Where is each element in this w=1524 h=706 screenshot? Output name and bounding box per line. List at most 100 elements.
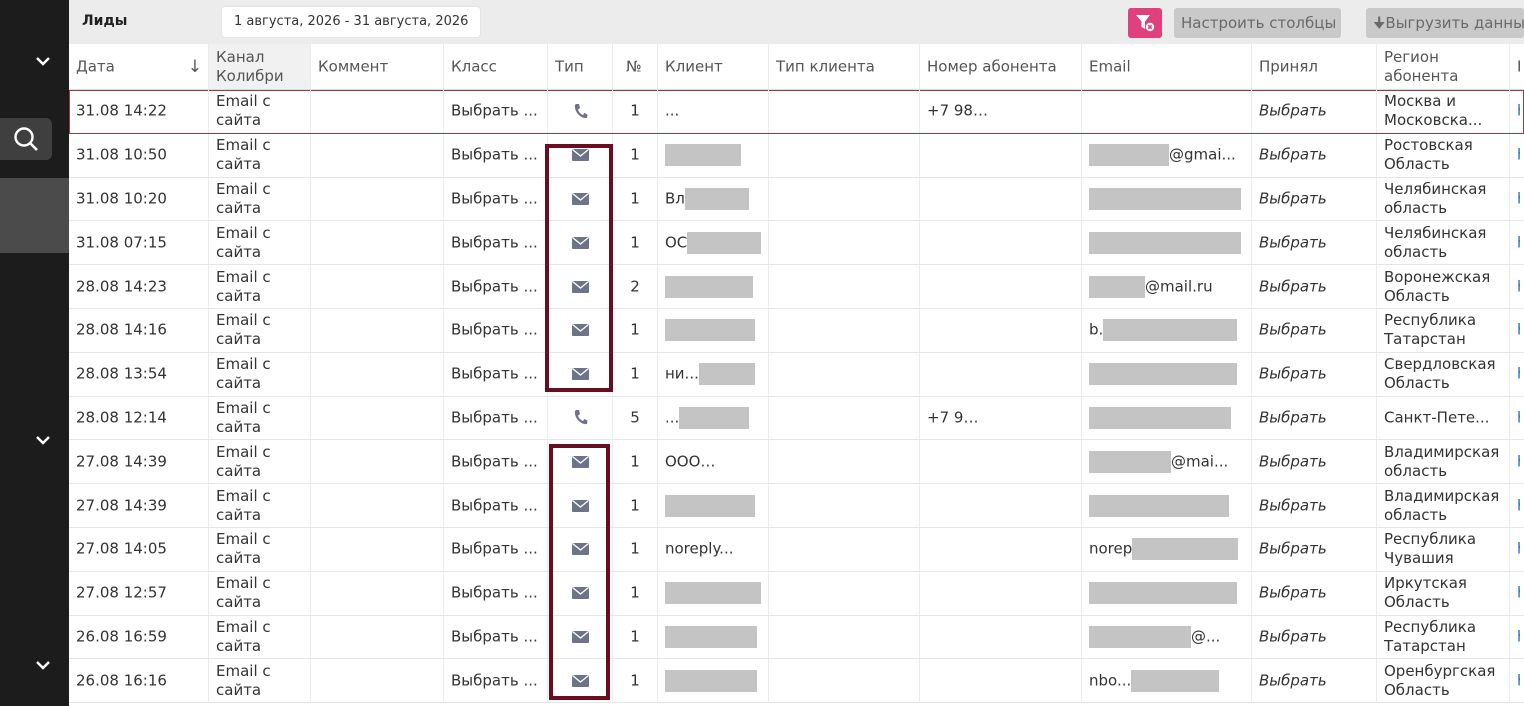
cell-extra[interactable]: h [1509, 352, 1524, 396]
cell-num: 1 [612, 527, 657, 571]
cell-type[interactable] [547, 440, 612, 484]
search-icon[interactable] [0, 118, 52, 160]
table-row[interactable]: 31.08 14:22 Email с сайта Выбрать ... 1... +… [69, 90, 1524, 134]
sidebar-active-item[interactable] [0, 178, 69, 253]
table-row[interactable]: 27.08 14:39 Email с сайта Выбрать ... 1 Выбр… [69, 484, 1524, 528]
cell-extra[interactable]: h [1509, 571, 1524, 615]
cell-extra[interactable]: h [1509, 265, 1524, 308]
cell-type[interactable] [547, 352, 612, 396]
cell-accepted[interactable]: Выбрать [1251, 615, 1376, 659]
cell-type[interactable] [547, 177, 612, 221]
cell-extra[interactable]: h [1509, 177, 1524, 221]
table-row[interactable]: 31.08 10:20 Email с сайта Выбрать ... 1 Вл Вы… [69, 177, 1524, 222]
cell-extra[interactable]: h [1509, 615, 1524, 659]
cell-accepted[interactable]: Выбрать [1251, 527, 1376, 571]
mail-icon [571, 674, 589, 687]
cell-type[interactable] [547, 133, 612, 177]
cell-accepted[interactable]: Выбрать [1251, 484, 1376, 527]
cell-class[interactable]: Выбрать ... [443, 265, 547, 308]
cell-class[interactable]: Выбрать ... [443, 352, 547, 396]
column-header-phone[interactable]: Номер абонента [919, 44, 1081, 89]
cell-accepted[interactable]: Выбрать [1251, 133, 1376, 177]
cell-accepted[interactable]: Выбрать [1251, 308, 1376, 352]
clear-filter-button[interactable] [1128, 8, 1162, 38]
table-row[interactable]: 26.08 16:59 Email с сайта Выбрать ... 1 @...… [69, 615, 1524, 660]
cell-accepted[interactable]: Выбрать [1251, 352, 1376, 396]
cell-extra[interactable]: h [1509, 527, 1524, 571]
cell-accepted[interactable]: Выбрать [1251, 659, 1376, 703]
cell-type[interactable] [547, 571, 612, 615]
cell-class[interactable]: Выбрать ... [443, 615, 547, 659]
cell-type[interactable] [547, 484, 612, 527]
cell-class[interactable]: Выбрать ... [443, 571, 547, 615]
cell-type[interactable] [547, 396, 612, 440]
cell-class[interactable]: Выбрать ... [443, 308, 547, 352]
cell-extra[interactable]: h [1509, 308, 1524, 352]
cell-num: 1 [612, 308, 657, 352]
table-row[interactable]: 27.08 14:05 Email с сайта Выбрать ... 1 nore… [69, 527, 1524, 572]
cell-extra[interactable]: h [1509, 90, 1524, 133]
table-row[interactable]: 26.08 16:16 Email с сайта Выбрать ... 1 nbo.… [69, 659, 1524, 704]
cell-class[interactable]: Выбрать ... [443, 440, 547, 484]
column-header-extra[interactable]: П [1509, 44, 1524, 89]
cell-extra[interactable]: h [1509, 484, 1524, 527]
cell-extra[interactable]: h [1509, 221, 1524, 265]
column-header-type[interactable]: Тип [547, 44, 612, 89]
cell-type[interactable] [547, 221, 612, 265]
table-row[interactable]: 27.08 12:57 Email с сайта Выбрать ... 1 Выбр… [69, 571, 1524, 616]
cell-type[interactable] [547, 659, 612, 703]
table-row[interactable]: 28.08 13:54 Email с сайта Выбрать ... 1 ни..… [69, 352, 1524, 397]
cell-date: 27.08 14:39 [76, 452, 167, 471]
cell-accepted[interactable]: Выбрать [1251, 440, 1376, 484]
cell-accepted[interactable]: Выбрать [1251, 221, 1376, 265]
table-row[interactable]: 28.08 14:16 Email с сайта Выбрать ... 1 b. Вы… [69, 308, 1524, 353]
page-title: Лиды [82, 13, 128, 29]
date-range-picker[interactable]: 1 августа, 2026 - 31 августа, 2026 [222, 7, 481, 37]
column-header-client[interactable]: Клиент [657, 44, 768, 89]
cell-type[interactable] [547, 265, 612, 308]
column-header-region[interactable]: Регион абонента [1376, 44, 1509, 89]
cell-class[interactable]: Выбрать ... [443, 133, 547, 177]
table-row[interactable]: 28.08 12:14 Email с сайта Выбрать ... 5... +… [69, 396, 1524, 441]
cell-type[interactable] [547, 615, 612, 659]
column-header-class[interactable]: Класс [443, 44, 547, 89]
column-header-number[interactable]: № [612, 44, 657, 89]
export-data-button[interactable]: 🠋Выгрузить данные [1366, 8, 1524, 38]
column-header-comment[interactable]: Коммент [310, 44, 443, 89]
cell-type[interactable] [547, 527, 612, 571]
cell-extra[interactable]: h [1509, 133, 1524, 177]
table-row[interactable]: 31.08 07:15 Email с сайта Выбрать ... 1 ОС Вы… [69, 221, 1524, 266]
column-header-channel[interactable]: Канал Колибри [208, 44, 310, 89]
cell-class[interactable]: Выбрать ... [443, 484, 547, 527]
table-row[interactable]: 31.08 10:50 Email с сайта Выбрать ... 1 @gma… [69, 133, 1524, 178]
cell-accepted[interactable]: Выбрать [1251, 177, 1376, 221]
cell-class[interactable]: Выбрать ... [443, 527, 547, 571]
cell-type[interactable] [547, 90, 612, 133]
chevron-down-icon[interactable] [30, 48, 56, 74]
chevron-down-icon[interactable] [30, 427, 56, 453]
sort-down-icon[interactable]: ↓ [188, 57, 202, 77]
cell-accepted[interactable]: Выбрать [1251, 396, 1376, 440]
chevron-down-icon[interactable] [30, 652, 56, 678]
cell-accepted[interactable]: Выбрать [1251, 265, 1376, 308]
cell-extra[interactable]: h [1509, 440, 1524, 484]
column-header-date[interactable]: Дата ↓ [69, 44, 208, 89]
column-header-email[interactable]: Email [1081, 44, 1251, 89]
table-row[interactable]: 28.08 14:23 Email с сайта Выбрать ... 2 @mai… [69, 265, 1524, 309]
cell-class[interactable]: Выбрать ... [443, 221, 547, 265]
cell-type[interactable] [547, 308, 612, 352]
cell-class[interactable]: Выбрать ... [443, 177, 547, 221]
table-row[interactable]: 27.08 14:39 Email с сайта Выбрать ... 1 ООО @… [69, 440, 1524, 485]
cell-region: Воронежская Область [1376, 265, 1509, 308]
cell-class[interactable]: Выбрать ... [443, 396, 547, 440]
cell-text: nbo... [1089, 671, 1132, 690]
column-header-client-type[interactable]: Тип клиента [768, 44, 919, 89]
configure-columns-button[interactable]: Настроить столбцы [1174, 8, 1341, 38]
cell-accepted[interactable]: Выбрать [1251, 90, 1376, 133]
cell-accepted[interactable]: Выбрать [1251, 571, 1376, 615]
cell-extra[interactable]: h [1509, 396, 1524, 440]
cell-extra[interactable]: h [1509, 659, 1524, 703]
cell-class[interactable]: Выбрать ... [443, 90, 547, 133]
column-header-accepted[interactable]: Принял [1251, 44, 1376, 89]
cell-class[interactable]: Выбрать ... [443, 659, 547, 703]
